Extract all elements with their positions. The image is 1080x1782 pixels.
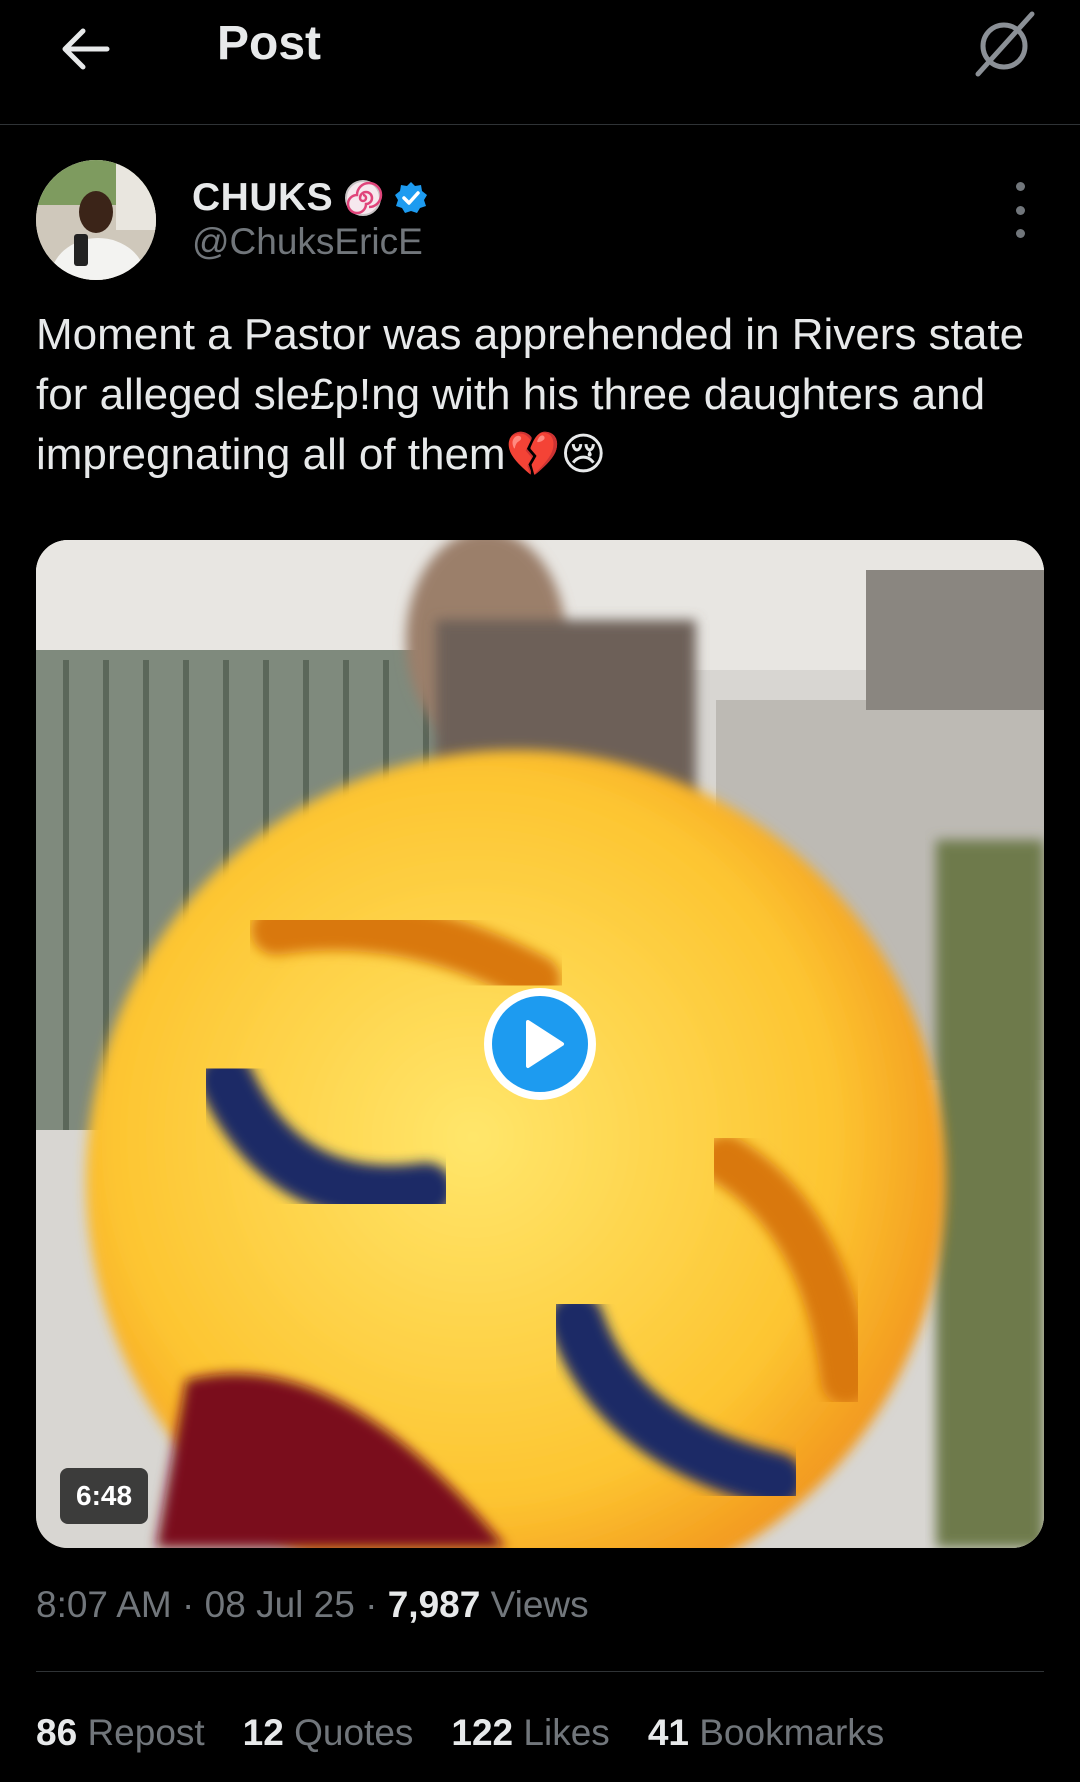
views-label: Views <box>490 1584 589 1625</box>
top-bar: Post <box>0 0 1080 125</box>
bookmarks-label: Bookmarks <box>699 1712 885 1753</box>
more-dot-icon <box>1015 182 1025 191</box>
quotes-stat[interactable]: 12 Quotes <box>243 1712 414 1754</box>
engagement-stats: 86 Repost 12 Quotes 122 Likes 41 Bookmar… <box>36 1712 884 1754</box>
play-button[interactable] <box>482 986 598 1102</box>
likes-label: Likes <box>523 1712 610 1753</box>
more-dot-icon <box>1015 205 1025 215</box>
post-text: Moment a Pastor was apprehended in River… <box>36 310 1025 479</box>
arrow-left-icon <box>62 28 110 70</box>
grok-button[interactable] <box>968 8 1040 80</box>
quotes-label: Quotes <box>294 1712 414 1753</box>
reposts-count: 86 <box>36 1712 78 1753</box>
meta-separator: · <box>171 1584 205 1625</box>
grok-icon <box>975 11 1035 77</box>
more-dot-icon <box>1015 229 1025 238</box>
post-time[interactable]: 8:07 AM <box>36 1584 172 1625</box>
post-date[interactable]: 08 Jul 25 <box>205 1584 355 1625</box>
back-button[interactable] <box>50 14 120 84</box>
likes-stat[interactable]: 122 Likes <box>451 1712 609 1754</box>
views-count: 7,987 <box>387 1584 481 1625</box>
post-meta: 8:07 AM · 08 Jul 25 · 7,987 Views <box>36 1584 589 1626</box>
page-title: Post <box>217 17 322 70</box>
handle[interactable]: @ChuksEricE <box>192 221 423 263</box>
reposts-label: Repost <box>87 1712 205 1753</box>
display-name-row[interactable]: CHUKS <box>192 174 429 222</box>
verified-badge-icon <box>395 182 428 213</box>
reposts-stat[interactable]: 86 Repost <box>36 1712 205 1754</box>
divider <box>36 1671 1044 1672</box>
display-name[interactable]: CHUKS <box>192 176 333 220</box>
play-icon <box>484 988 596 1100</box>
quotes-count: 12 <box>242 1712 284 1753</box>
likes-count: 122 <box>451 1712 514 1753</box>
video-duration: 6:48 <box>60 1468 149 1524</box>
video-player[interactable]: 6:48 <box>36 540 1044 1548</box>
spiral-badge-icon <box>345 180 383 216</box>
more-options-button[interactable] <box>1000 182 1040 238</box>
avatar-image <box>36 160 156 280</box>
bookmarks-count: 41 <box>647 1712 689 1753</box>
bookmarks-stat[interactable]: 41 Bookmarks <box>648 1712 885 1754</box>
avatar[interactable] <box>36 160 156 280</box>
meta-separator: · <box>354 1584 388 1625</box>
